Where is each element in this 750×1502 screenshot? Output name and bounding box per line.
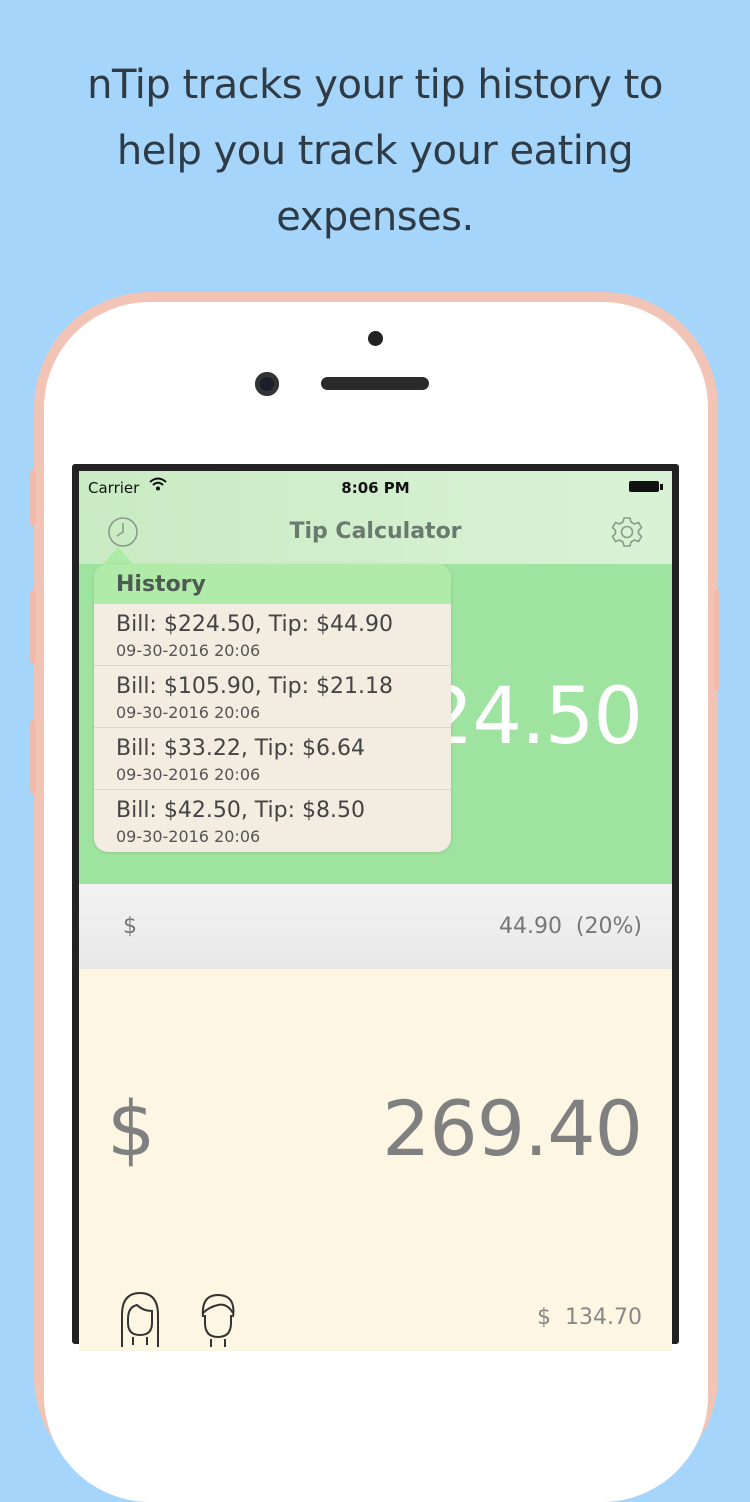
history-item-summary: Bill: $224.50, Tip: $44.90 (116, 612, 394, 637)
phone-silent-switch (30, 470, 36, 526)
woman-icon[interactable] (113, 1289, 167, 1349)
history-item-summary: Bill: $33.22, Tip: $6.64 (116, 736, 366, 761)
front-camera (255, 372, 279, 396)
promo-line-1: nTip tracks your tip history to (87, 62, 663, 108)
promo-headline: nTip tracks your tip history to help you… (40, 52, 710, 250)
popover-arrow (103, 547, 133, 564)
history-item[interactable]: Bill: $224.50, Tip: $44.90 09-30-2016 20… (94, 604, 451, 666)
tip-row[interactable]: $ 44.90 (20%) (79, 884, 672, 969)
history-item[interactable]: Bill: $105.90, Tip: $21.18 09-30-2016 20… (94, 666, 451, 728)
status-time: 8:06 PM (341, 479, 410, 497)
gear-icon (611, 517, 643, 547)
total-area: $ 269.40 $ 134.70 (79, 969, 672, 1351)
history-item-summary: Bill: $42.50, Tip: $8.50 (116, 798, 366, 823)
earpiece-speaker (321, 377, 429, 390)
phone-volume-down-button (30, 720, 36, 794)
promo-line-3: expenses. (276, 194, 474, 240)
history-item[interactable]: Bill: $42.50, Tip: $8.50 09-30-2016 20:0… (94, 790, 451, 851)
total-currency-symbol: $ (107, 1084, 156, 1173)
proximity-sensor (368, 331, 383, 346)
tip-amount: 44.90 (20%) (498, 914, 642, 939)
history-item-summary: Bill: $105.90, Tip: $21.18 (116, 674, 394, 699)
history-popover: History Bill: $224.50, Tip: $44.90 09-30… (94, 564, 451, 852)
app-screen: Carrier 8:06 PM Tip Calculator 24.50 $ 4… (79, 471, 672, 1351)
settings-button[interactable] (609, 514, 645, 550)
total-amount: 269.40 (382, 1084, 643, 1173)
status-bar: Carrier 8:06 PM (79, 471, 672, 503)
history-item-date: 09-30-2016 20:06 (116, 703, 261, 722)
phone-power-button (714, 590, 720, 690)
history-item-date: 09-30-2016 20:06 (116, 765, 261, 784)
man-icon[interactable] (191, 1289, 245, 1349)
history-item-date: 09-30-2016 20:06 (116, 641, 261, 660)
phone-volume-up-button (30, 590, 36, 664)
tip-currency-symbol: $ (123, 914, 137, 939)
battery-tip (660, 484, 663, 490)
history-item[interactable]: Bill: $33.22, Tip: $6.64 09-30-2016 20:0… (94, 728, 451, 790)
history-item-date: 09-30-2016 20:06 (116, 827, 261, 846)
promo-line-2: help you track your eating (116, 128, 634, 174)
history-header: History (94, 564, 451, 604)
page-title: Tip Calculator (289, 519, 462, 544)
per-person-amount: $ 134.70 (537, 1305, 642, 1330)
navigation-bar: Carrier 8:06 PM Tip Calculator (79, 471, 672, 564)
bill-amount[interactable]: 24.50 (424, 672, 643, 762)
battery-icon (629, 481, 659, 492)
